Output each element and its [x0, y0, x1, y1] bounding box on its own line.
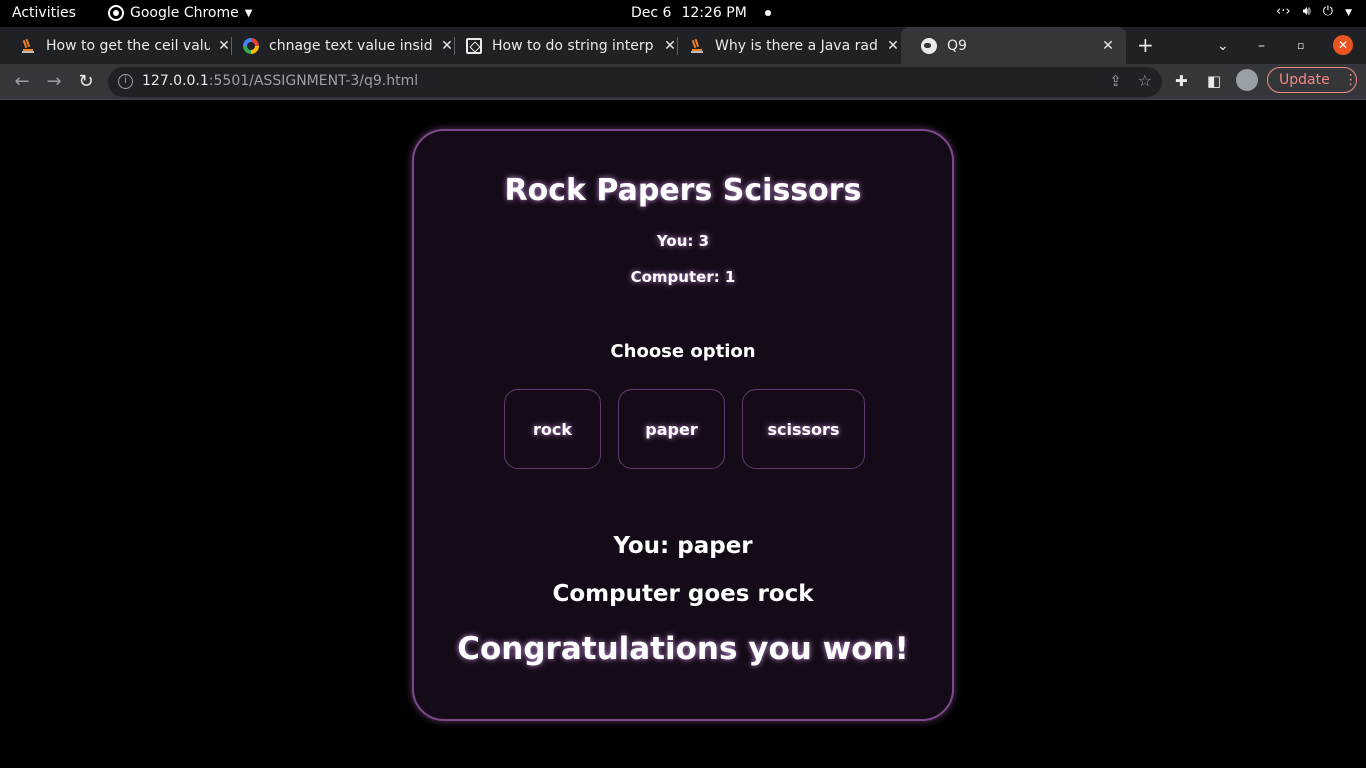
- new-tab-button[interactable]: +: [1137, 33, 1154, 57]
- minimize-icon[interactable]: –: [1258, 27, 1265, 64]
- clock-time: 12:26 PM: [681, 5, 747, 21]
- google-icon: [243, 37, 259, 54]
- scissors-button[interactable]: scissors: [742, 389, 865, 469]
- tab-q9[interactable]: Q9 ✕: [901, 27, 1126, 64]
- caret-down-icon: ▼: [1345, 8, 1352, 18]
- app-name: Google Chrome: [130, 5, 239, 21]
- tab-title: chnage text value insid: [269, 37, 433, 54]
- tab-title: How to do string interp: [492, 37, 654, 54]
- paper-button[interactable]: paper: [618, 389, 725, 469]
- chrome-icon: [108, 5, 124, 21]
- bookmark-star-icon[interactable]: ☆: [1138, 71, 1152, 90]
- extensions-icon[interactable]: ✚: [1175, 72, 1188, 90]
- clock[interactable]: Dec 6 12:26 PM: [631, 5, 771, 21]
- update-button[interactable]: Update ⋮: [1267, 67, 1358, 93]
- back-icon[interactable]: ←: [10, 70, 34, 94]
- tab-java-radix[interactable]: Why is there a Java radi ✕: [669, 27, 901, 64]
- choose-option-label: Choose option: [610, 341, 756, 362]
- result-computer: Computer goes rock: [552, 581, 814, 607]
- clock-date: Dec 6: [631, 5, 672, 21]
- result-message: Congratulations you won!: [457, 631, 909, 667]
- app-menu[interactable]: Google Chrome ▼: [108, 5, 252, 21]
- caret-down-icon: ▼: [244, 7, 253, 19]
- volume-icon: 🔊︎: [1302, 4, 1311, 19]
- url-host: 127.0.0.1: [142, 73, 209, 89]
- geeksforgeeks-icon: [466, 37, 482, 54]
- close-window-icon[interactable]: ✕: [1333, 35, 1353, 55]
- score-computer: Computer: 1: [630, 268, 736, 286]
- close-icon[interactable]: ✕: [1100, 38, 1116, 54]
- globe-icon: [921, 37, 937, 54]
- profile-avatar-icon[interactable]: [1236, 69, 1258, 91]
- address-bar[interactable]: i 127.0.0.1:5501/ASSIGNMENT-3/q9.html ⇪ …: [108, 67, 1162, 97]
- stackoverflow-icon: [689, 37, 705, 54]
- tab-title: Why is there a Java radi: [715, 37, 879, 54]
- network-icon: ‹·›: [1276, 4, 1291, 19]
- more-menu-icon[interactable]: ⋮: [1344, 72, 1358, 88]
- tab-change-text[interactable]: chnage text value insid ✕: [223, 27, 455, 64]
- rock-button[interactable]: rock: [504, 389, 601, 469]
- url-text[interactable]: 127.0.0.1:5501/ASSIGNMENT-3/q9.html: [142, 73, 418, 89]
- reload-icon[interactable]: ↻: [74, 70, 98, 94]
- tab-string-interpolation[interactable]: How to do string interp ✕: [446, 27, 678, 64]
- restore-icon[interactable]: ▫: [1297, 27, 1304, 64]
- power-icon: ⏻: [1322, 4, 1334, 19]
- url-path: :5501/ASSIGNMENT-3/q9.html: [208, 73, 419, 89]
- system-tray[interactable]: ‹·› 🔊︎ ⏻ ▼: [1276, 4, 1352, 22]
- browser-toolbar: ← → ↻ i 127.0.0.1:5501/ASSIGNMENT-3/q9.h…: [0, 64, 1366, 100]
- tab-ceil-value[interactable]: How to get the ceil valu ✕: [0, 27, 232, 64]
- game-title: Rock Papers Scissors: [504, 173, 862, 208]
- game-card: Rock Papers Scissors You: 3 Computer: 1 …: [412, 129, 954, 721]
- site-info-icon[interactable]: i: [118, 74, 133, 89]
- page-viewport: Rock Papers Scissors You: 3 Computer: 1 …: [0, 100, 1366, 768]
- score-you: You: 3: [656, 232, 710, 250]
- side-panel-icon[interactable]: ◧: [1207, 72, 1221, 90]
- close-icon[interactable]: ✕: [885, 38, 901, 54]
- tab-title: Q9: [947, 37, 967, 54]
- tab-search-icon[interactable]: ⌄: [1217, 27, 1229, 64]
- activities-button[interactable]: Activities: [12, 5, 76, 21]
- notification-dot-icon: [764, 10, 771, 16]
- update-label: Update: [1279, 72, 1330, 88]
- system-top-bar: Activities Google Chrome ▼ Dec 6 12:26 P…: [0, 0, 1366, 27]
- share-icon[interactable]: ⇪: [1109, 72, 1122, 90]
- tab-title: How to get the ceil valu: [46, 37, 210, 54]
- tab-strip: How to get the ceil valu ✕ chnage text v…: [0, 27, 1366, 64]
- result-you: You: paper: [613, 533, 753, 559]
- stackoverflow-icon: [20, 37, 36, 54]
- forward-icon[interactable]: →: [42, 70, 66, 94]
